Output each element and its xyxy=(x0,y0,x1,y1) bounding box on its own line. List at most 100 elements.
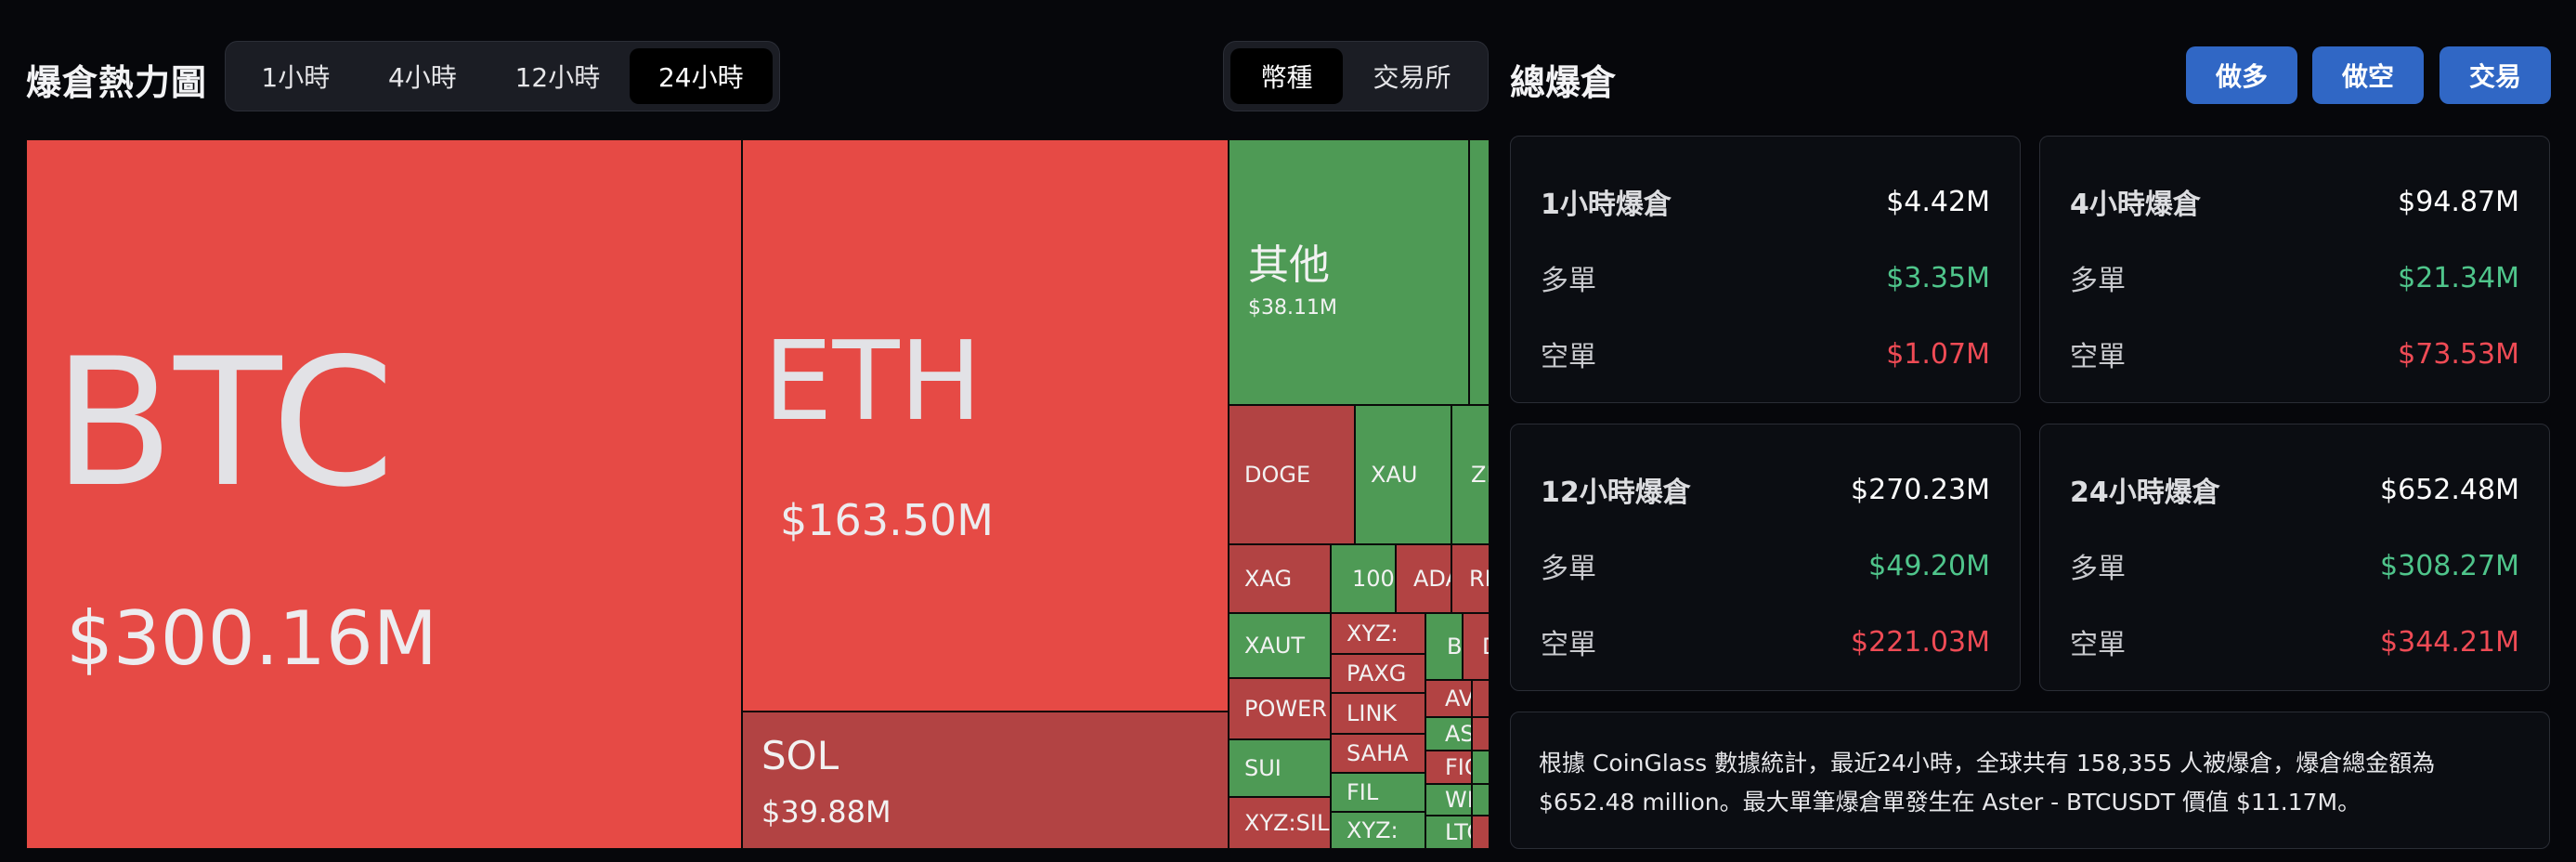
stat-total: $94.87M xyxy=(2398,185,2519,218)
long-value: $308.27M xyxy=(2380,549,2519,582)
stat-card-24h: 24小時爆倉 $652.48M 多單 $308.27M 空單 $344.21M xyxy=(2039,424,2550,691)
cell-symbol: AST xyxy=(1445,721,1471,747)
treemap-cell[interactable]: AST xyxy=(1425,717,1472,751)
long-label: 多單 xyxy=(2070,265,2126,297)
cell-symbol: SOL xyxy=(761,733,839,778)
treemap-cell[interactable]: POWER xyxy=(1229,678,1331,739)
cell-symbol: XAUT xyxy=(1244,633,1306,659)
cell-symbol: XAU xyxy=(1371,462,1418,488)
cell-symbol: XYZ:SIL xyxy=(1244,810,1330,836)
treemap-cell[interactable]: XYZ: xyxy=(1331,812,1425,849)
time-range-selector: 1小時 4小時 12小時 24小時 xyxy=(225,41,780,111)
cell-amount: $163.50M xyxy=(780,495,994,545)
tab-4h[interactable]: 4小時 xyxy=(359,48,487,104)
cell-amount: $39.88M xyxy=(761,794,891,829)
treemap-cell[interactable]: XAUT xyxy=(1229,613,1331,678)
trade-button[interactable]: 交易 xyxy=(2439,46,2551,104)
treemap-cell[interactable]: XYZ: xyxy=(1331,613,1425,654)
stat-card-4h: 4小時爆倉 $94.87M 多單 $21.34M 空單 $73.53M xyxy=(2039,136,2550,403)
cell-amount: $38.11M xyxy=(1248,296,1337,320)
short-value: $1.07M xyxy=(1886,337,1990,371)
long-value: $21.34M xyxy=(2398,261,2519,294)
stat-label: 24小時爆倉 xyxy=(2070,477,2220,509)
cell-symbol: ETH xyxy=(763,317,982,445)
treemap-cell[interactable]: DOGE xyxy=(1229,405,1355,544)
treemap-cell[interactable]: ADA xyxy=(1396,544,1451,613)
treemap-cell[interactable]: XAG xyxy=(1229,544,1331,613)
cell-symbol: DC xyxy=(1482,633,1489,660)
tab-24h[interactable]: 24小時 xyxy=(629,48,773,104)
short-button[interactable]: 做空 xyxy=(2312,46,2424,104)
cell-symbol: BC xyxy=(1447,633,1463,660)
stat-label: 4小時爆倉 xyxy=(2070,189,2201,221)
long-value: $3.35M xyxy=(1886,261,1990,294)
cell-symbol: FIC xyxy=(1445,754,1471,780)
long-label: 多單 xyxy=(1541,265,1596,297)
tab-coin[interactable]: 幣種 xyxy=(1230,48,1343,104)
cell-symbol: XAG xyxy=(1244,566,1293,592)
treemap-cell[interactable]: B xyxy=(1472,680,1490,717)
long-button[interactable]: 做多 xyxy=(2186,46,2297,104)
treemap-cell[interactable]: A xyxy=(1472,816,1490,849)
treemap-cell-other[interactable]: 其他 $38.11M xyxy=(1229,139,1469,405)
treemap-cell[interactable]: SUI xyxy=(1229,739,1331,797)
liquidation-summary: 根據 CoinGlass 數據統計，最近24小時，全球共有 158,355 人被… xyxy=(1510,712,2550,849)
cell-symbol: AVA xyxy=(1445,686,1472,712)
treemap-cell-btc[interactable]: BTC $300.16M xyxy=(26,139,742,849)
stat-total: $270.23M xyxy=(1851,473,1990,506)
treemap-cell[interactable]: LTC xyxy=(1425,816,1472,849)
treemap-cell[interactable]: BC xyxy=(1425,613,1463,680)
treemap-cell-sol[interactable]: SOL $39.88M xyxy=(742,712,1229,849)
treemap-cell[interactable]: WIF xyxy=(1425,784,1472,816)
short-value: $344.21M xyxy=(2380,625,2519,659)
treemap-cell[interactable]: SAHA xyxy=(1331,734,1425,773)
short-label: 空單 xyxy=(2070,341,2126,373)
cell-symbol: DOGE xyxy=(1244,462,1311,488)
total-liquidation-title: 總爆倉 xyxy=(1510,62,1617,103)
treemap-cell[interactable]: RI xyxy=(1451,544,1490,613)
long-label: 多單 xyxy=(2070,553,2126,585)
short-label: 空單 xyxy=(2070,629,2126,661)
treemap-cell[interactable]: LINK xyxy=(1331,693,1425,734)
cell-symbol: LINK xyxy=(1347,700,1398,726)
treemap-cell[interactable] xyxy=(1469,139,1490,405)
short-value: $221.03M xyxy=(1851,625,1990,659)
treemap-cell[interactable]: AVA xyxy=(1425,680,1472,717)
cell-symbol: 其他 xyxy=(1248,242,1330,289)
cell-symbol: PAXG xyxy=(1347,660,1407,686)
heatmap-title: 爆倉熱力圖 xyxy=(26,62,208,103)
long-label: 多單 xyxy=(1541,553,1596,585)
tab-exchange[interactable]: 交易所 xyxy=(1343,48,1481,104)
treemap-cell[interactable]: G xyxy=(1472,717,1490,751)
stat-total: $652.48M xyxy=(2380,473,2519,506)
treemap-cell[interactable]: FIC xyxy=(1425,751,1472,784)
cell-symbol: 1000 xyxy=(1352,566,1395,592)
treemap-cell[interactable]: XYZ:SIL xyxy=(1229,797,1331,849)
cell-symbol: SAHA xyxy=(1347,740,1409,766)
tab-1h[interactable]: 1小時 xyxy=(232,48,359,104)
cell-symbol: XYZ: xyxy=(1347,817,1399,843)
treemap-cell[interactable]: 1000 xyxy=(1331,544,1396,613)
treemap-cell[interactable]: N xyxy=(1472,751,1490,784)
liquidation-treemap: BTC $300.16M ETH $163.50M SOL $39.88M 其他… xyxy=(26,139,1490,849)
cell-symbol: ZE xyxy=(1471,462,1489,488)
group-by-selector: 幣種 交易所 xyxy=(1223,41,1489,111)
cell-symbol: ADA xyxy=(1413,566,1451,592)
stat-label: 12小時爆倉 xyxy=(1541,477,1691,509)
cell-symbol: POWER xyxy=(1244,696,1327,722)
stat-total: $4.42M xyxy=(1886,185,1990,218)
short-value: $73.53M xyxy=(2398,337,2519,371)
treemap-cell[interactable]: FIL xyxy=(1331,773,1425,812)
treemap-cell-eth[interactable]: ETH $163.50M xyxy=(742,139,1229,712)
treemap-cell[interactable]: ZE xyxy=(1451,405,1490,544)
treemap-cell[interactable]: PAXG xyxy=(1331,654,1425,693)
cell-symbol: SUI xyxy=(1244,755,1281,781)
short-label: 空單 xyxy=(1541,629,1596,661)
cell-symbol: RI xyxy=(1469,566,1490,592)
cell-symbol: FIL xyxy=(1347,779,1379,805)
treemap-cell[interactable]: DC xyxy=(1463,613,1490,680)
treemap-cell[interactable]: P xyxy=(1472,784,1490,816)
tab-12h[interactable]: 12小時 xyxy=(486,48,629,104)
treemap-cell[interactable]: XAU xyxy=(1355,405,1451,544)
stat-label: 1小時爆倉 xyxy=(1541,189,1672,221)
